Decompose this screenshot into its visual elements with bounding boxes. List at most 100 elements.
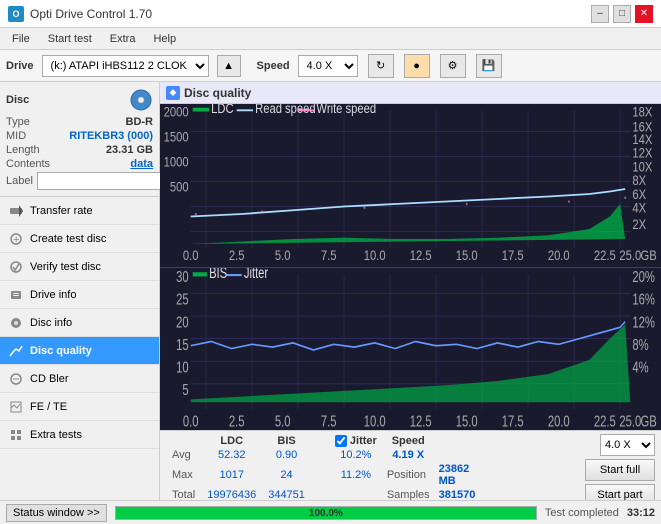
svg-text:16%: 16% — [632, 290, 654, 307]
avg-bis: 0.90 — [262, 448, 311, 462]
titlebar-left: O Opti Drive Control 1.70 — [8, 6, 152, 22]
svg-text:+: + — [13, 234, 19, 246]
svg-text:1500: 1500 — [164, 129, 189, 144]
svg-text:20%: 20% — [632, 268, 654, 285]
sidebar-item-cd-bler[interactable]: CD Bler — [0, 365, 159, 393]
menu-extra[interactable]: Extra — [102, 31, 144, 47]
svg-text:Jitter: Jitter — [244, 268, 269, 281]
statusbar: Status window >> 100.0% Test completed 3… — [0, 500, 661, 524]
sidebar-item-create-test-disc[interactable]: + Create test disc — [0, 225, 159, 253]
svg-text:8%: 8% — [632, 336, 648, 353]
svg-text:12.5: 12.5 — [410, 412, 432, 429]
sidebar-item-drive-info[interactable]: Drive info — [0, 281, 159, 309]
sidebar-item-disc-info[interactable]: Disc info — [0, 309, 159, 337]
svg-text:20: 20 — [176, 313, 189, 330]
total-ldc: 19976436 — [201, 488, 262, 500]
speed-value: 4.19 X — [381, 448, 436, 462]
status-time: 33:12 — [627, 507, 655, 519]
max-bis: 24 — [262, 462, 311, 488]
svg-text:0.0: 0.0 — [183, 248, 199, 263]
disc-panel-title: Disc — [6, 94, 29, 106]
max-ldc: 1017 — [201, 462, 262, 488]
maximize-button[interactable]: □ — [613, 5, 631, 23]
drive-select[interactable]: (k:) ATAPI iHBS112 2 CLOK — [42, 55, 209, 77]
menu-help[interactable]: Help — [145, 31, 184, 47]
position-label: Position — [381, 462, 436, 488]
svg-text:Write speed: Write speed — [316, 104, 376, 116]
disc-info-icon — [8, 315, 24, 331]
avg-jitter: 10.2% — [331, 448, 381, 462]
sidebar-item-extra-tests[interactable]: Extra tests — [0, 421, 159, 449]
samples-label: Samples — [381, 488, 436, 500]
quality-header: ◆ Disc quality — [160, 82, 661, 104]
refresh-button[interactable]: ↻ — [368, 54, 394, 78]
speed-header: Speed — [381, 434, 436, 448]
sidebar-item-transfer-rate[interactable]: Transfer rate — [0, 197, 159, 225]
svg-text:10.0: 10.0 — [364, 412, 386, 429]
drive-label: Drive — [6, 60, 34, 72]
disc-icon — [129, 88, 153, 112]
svg-text:2000: 2000 — [164, 104, 189, 119]
burn-icon-button[interactable]: ● — [404, 54, 430, 78]
quality-speed-select[interactable]: 4.0 X — [600, 434, 655, 456]
minimize-button[interactable]: – — [591, 5, 609, 23]
svg-text:7.5: 7.5 — [321, 248, 337, 263]
sidebar-label-disc-quality: Disc quality — [30, 345, 92, 357]
sidebar-item-verify-test-disc[interactable]: Verify test disc — [0, 253, 159, 281]
total-label: Total — [166, 488, 201, 500]
bis-header: BIS — [262, 434, 311, 448]
mid-value: RITEKBR3 (000) — [69, 130, 153, 142]
svg-text:7.5: 7.5 — [321, 412, 337, 429]
svg-text:22.5: 22.5 — [594, 248, 616, 263]
eject-button[interactable]: ▲ — [217, 55, 241, 77]
svg-text:22.5: 22.5 — [594, 412, 616, 429]
contents-value[interactable]: data — [130, 158, 153, 170]
svg-text:GB: GB — [641, 248, 657, 263]
content-area: ◆ Disc quality — [160, 82, 661, 500]
app-title: Opti Drive Control 1.70 — [30, 7, 152, 21]
drive-info-icon — [8, 287, 24, 303]
svg-text:500: 500 — [170, 179, 189, 194]
length-value: 23.31 GB — [106, 144, 153, 156]
titlebar-controls: – □ ✕ — [591, 5, 653, 23]
svg-text:20.0: 20.0 — [548, 412, 570, 429]
svg-text:LDC: LDC — [211, 104, 233, 116]
sidebar-label-drive-info: Drive info — [30, 289, 76, 301]
speed-select[interactable]: 4.0 X — [298, 55, 358, 77]
label-label: Label — [6, 175, 33, 187]
sidebar-item-fe-te[interactable]: FE / TE — [0, 393, 159, 421]
sidebar-item-disc-quality[interactable]: Disc quality — [0, 337, 159, 365]
sidebar-label-create-test-disc: Create test disc — [30, 233, 106, 245]
disc-quality-icon — [8, 343, 24, 359]
create-test-disc-icon: + — [8, 231, 24, 247]
svg-text:15.0: 15.0 — [456, 248, 478, 263]
svg-text:5: 5 — [182, 381, 188, 398]
close-button[interactable]: ✕ — [635, 5, 653, 23]
start-part-button[interactable]: Start part — [585, 484, 655, 500]
jitter-checkbox[interactable] — [335, 435, 347, 447]
sidebar-label-transfer-rate: Transfer rate — [30, 205, 93, 217]
quality-panel-title: Disc quality — [184, 86, 251, 100]
svg-text:GB: GB — [641, 412, 657, 429]
menu-start-test[interactable]: Start test — [40, 31, 100, 47]
sidebar-label-extra-tests: Extra tests — [30, 429, 82, 441]
verify-test-disc-icon — [8, 259, 24, 275]
start-full-button[interactable]: Start full — [585, 459, 655, 481]
quality-panel-icon: ◆ — [166, 86, 180, 100]
bottom-chart: 30 25 20 15 10 5 20% 16% 12% 8% 4% — [160, 268, 661, 431]
progress-text: 100.0% — [309, 507, 343, 521]
svg-text:17.5: 17.5 — [502, 248, 524, 263]
stats-table: LDC BIS Jitter Speed Avg 52.32 0. — [166, 434, 481, 500]
status-window-button[interactable]: Status window >> — [6, 504, 107, 522]
max-label: Max — [166, 462, 201, 488]
contents-label: Contents — [6, 158, 50, 170]
save-button[interactable]: 💾 — [476, 54, 502, 78]
sidebar: Disc Type BD-R MID RITEKBR3 (000) Length… — [0, 82, 160, 500]
svg-text:2.5: 2.5 — [229, 412, 245, 429]
sidebar-label-verify-test-disc: Verify test disc — [30, 261, 101, 273]
settings-button[interactable]: ⚙ — [440, 54, 466, 78]
svg-text:25.0: 25.0 — [619, 412, 641, 429]
extra-tests-icon — [8, 427, 24, 443]
menu-file[interactable]: File — [4, 31, 38, 47]
samples-value: 381570 — [436, 488, 482, 500]
